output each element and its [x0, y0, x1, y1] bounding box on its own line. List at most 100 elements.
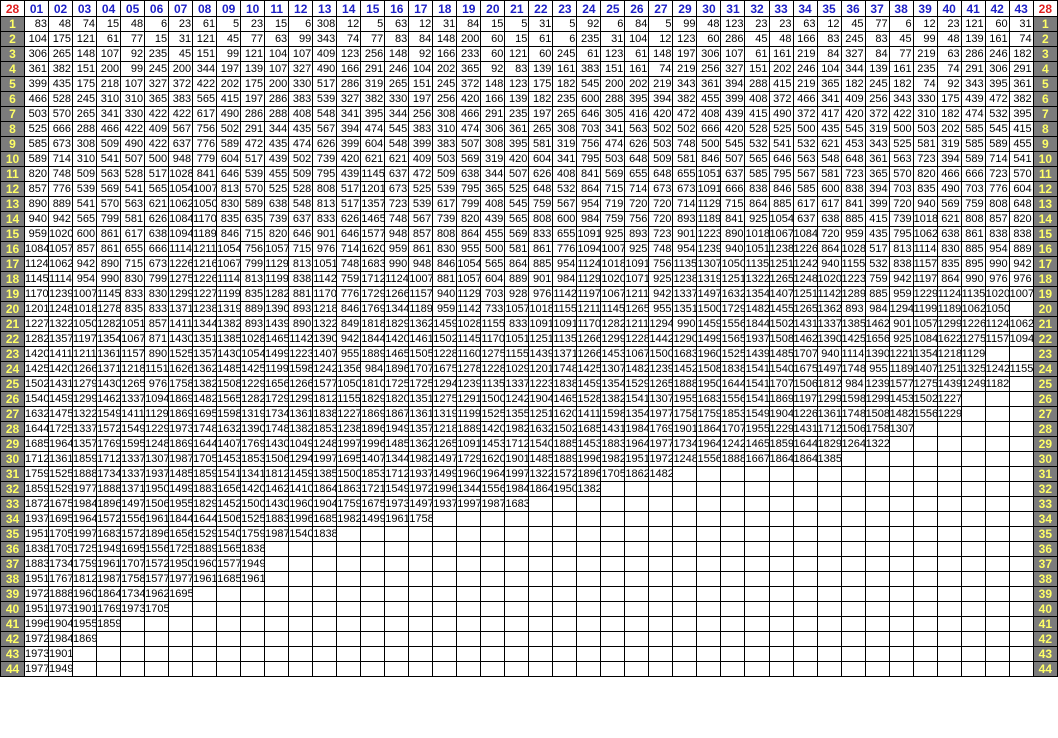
- table-cell: 1888: [96, 481, 122, 497]
- table-cell: 1683: [696, 391, 722, 407]
- table-cell: 1820: [384, 391, 410, 407]
- table-cell: [936, 586, 962, 602]
- table-cell: 1949: [96, 541, 122, 557]
- table-cell: [696, 511, 722, 527]
- table-cell: 1984: [72, 496, 98, 512]
- table-cell: [480, 526, 506, 542]
- table-cell: 833: [528, 226, 554, 242]
- table-cell: 1430: [96, 376, 122, 392]
- table-cell: 563: [624, 121, 650, 137]
- table-cell: [744, 601, 770, 617]
- table-cell: 6: [288, 16, 314, 32]
- table-cell: [312, 631, 338, 647]
- column-header: 39: [912, 0, 938, 17]
- table-cell: 343: [864, 136, 890, 152]
- table-cell: 439: [720, 106, 746, 122]
- table-cell: 286: [264, 91, 290, 107]
- table-cell: 1972: [648, 451, 674, 467]
- table-cell: 570: [1008, 166, 1034, 182]
- column-header: 02: [48, 0, 74, 17]
- table-cell: 1977: [24, 661, 50, 677]
- table-cell: [1008, 541, 1034, 557]
- table-cell: 151: [192, 46, 218, 62]
- table-cell: [960, 601, 986, 617]
- table-cell: 871: [144, 331, 170, 347]
- table-cell: 838: [984, 226, 1010, 242]
- table-cell: 1239: [696, 241, 722, 257]
- table-cell: 1812: [264, 466, 290, 482]
- table-cell: 1838: [240, 541, 266, 557]
- table-cell: 1725: [384, 376, 410, 392]
- table-cell: 182: [840, 76, 866, 92]
- table-cell: 589: [24, 151, 50, 167]
- table-cell: 1987: [168, 451, 194, 467]
- table-cell: 1129: [696, 196, 722, 212]
- table-cell: [528, 646, 554, 662]
- table-cell: 1734: [96, 466, 122, 482]
- table-cell: [336, 586, 362, 602]
- table-cell: 1218: [432, 421, 458, 437]
- table-cell: [408, 661, 434, 677]
- table-cell: 864: [456, 226, 482, 242]
- table-cell: [408, 601, 434, 617]
- table-cell: [504, 571, 530, 587]
- table-cell: [624, 646, 650, 662]
- table-cell: [840, 631, 866, 647]
- table-cell: 604: [360, 136, 386, 152]
- table-cell: 655: [672, 166, 698, 182]
- table-cell: 99: [216, 46, 242, 62]
- table-row: 31 1759 1525 1888 1734 1337 1937 1485 1859 1541 13…: [0, 466, 1058, 482]
- table-cell: 1829: [384, 316, 410, 332]
- table-cell: 1382: [288, 421, 314, 437]
- table-cell: 1371: [120, 481, 146, 497]
- table-cell: 948: [168, 151, 194, 167]
- table-cell: 415: [864, 211, 890, 227]
- table-cell: 723: [648, 226, 674, 242]
- table-cell: [456, 526, 482, 542]
- row-label-right: 16: [1032, 241, 1058, 257]
- table-cell: 570: [48, 106, 74, 122]
- table-cell: [672, 466, 698, 482]
- table-cell: 265: [48, 46, 74, 62]
- table-cell: [648, 586, 674, 602]
- table-cell: 1818: [360, 316, 386, 332]
- table-cell: 439: [336, 166, 362, 182]
- table-cell: 31: [1008, 16, 1034, 32]
- table-cell: 1129: [456, 286, 482, 302]
- column-header: 20: [480, 0, 506, 17]
- table-cell: 1725: [72, 541, 98, 557]
- table-cell: 1062: [960, 301, 986, 317]
- table-cell: 1577: [144, 571, 170, 587]
- table-cell: [696, 541, 722, 557]
- table-cell: [720, 511, 746, 527]
- table-cell: 1996: [288, 511, 314, 527]
- table-cell: 466: [456, 106, 482, 122]
- table-cell: [984, 601, 1010, 617]
- table-cell: 528: [744, 121, 770, 137]
- table-cell: 1157: [120, 346, 146, 362]
- table-cell: 15: [264, 16, 290, 32]
- table-cell: 1758: [168, 376, 194, 392]
- table-cell: 1499: [264, 346, 290, 362]
- table-cell: 799: [456, 196, 482, 212]
- table-cell: 455: [480, 226, 506, 242]
- table-cell: [720, 586, 746, 602]
- table-cell: 1067: [768, 226, 794, 242]
- table-cell: 835: [912, 181, 938, 197]
- table-cell: [120, 616, 146, 632]
- table-cell: 942: [1008, 256, 1034, 272]
- table-cell: [528, 526, 554, 542]
- table-cell: 1632: [24, 406, 50, 422]
- table-cell: 1431: [600, 421, 626, 437]
- table-cell: 74: [72, 16, 98, 32]
- row-label-left: 44: [0, 661, 26, 677]
- table-cell: 77: [360, 31, 386, 47]
- table-cell: 1901: [672, 421, 698, 437]
- table-cell: 1499: [432, 466, 458, 482]
- table-cell: 1201: [360, 181, 386, 197]
- table-cell: 1299: [168, 286, 194, 302]
- table-cell: 12: [816, 16, 842, 32]
- table-row: 6 466 528 245 310 310 365 383 565 415 197 286 383 539…: [0, 91, 1058, 107]
- table-cell: [576, 631, 602, 647]
- table-cell: [1008, 601, 1034, 617]
